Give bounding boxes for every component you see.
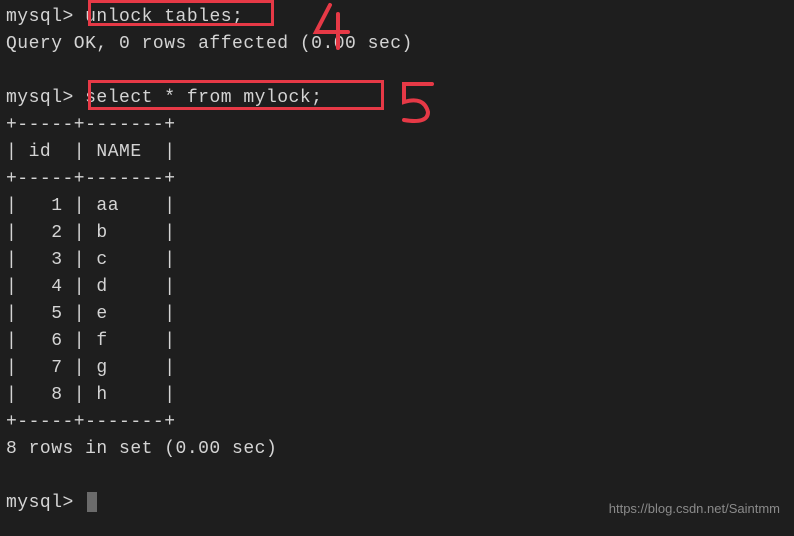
cursor[interactable]	[87, 492, 97, 512]
table-row: | 5 | e |	[6, 301, 788, 328]
command-unlock: unlock tables;	[85, 7, 243, 27]
table-row: | 4 | d |	[6, 274, 788, 301]
table-row: | 6 | f |	[6, 328, 788, 355]
watermark: https://blog.csdn.net/Saintmm	[609, 499, 780, 519]
table-row: | 3 | c |	[6, 247, 788, 274]
table-row: | 1 | aa |	[6, 193, 788, 220]
response-unlock: Query OK, 0 rows affected (0.00 sec)	[6, 31, 788, 58]
table-border-bot: +-----+-------+	[6, 409, 788, 436]
table-row: | 7 | g |	[6, 355, 788, 382]
command-select: select * from mylock;	[85, 88, 322, 108]
blank-line	[6, 463, 788, 490]
prompt: mysql>	[6, 493, 74, 513]
table-header: | id | NAME |	[6, 139, 788, 166]
table-row: | 2 | b |	[6, 220, 788, 247]
prompt: mysql>	[6, 7, 74, 27]
table-row: | 8 | h |	[6, 382, 788, 409]
blank-line	[6, 58, 788, 85]
table-border-top: +-----+-------+	[6, 112, 788, 139]
prompt: mysql>	[6, 88, 74, 108]
response-select: 8 rows in set (0.00 sec)	[6, 436, 788, 463]
table-border-mid: +-----+-------+	[6, 166, 788, 193]
